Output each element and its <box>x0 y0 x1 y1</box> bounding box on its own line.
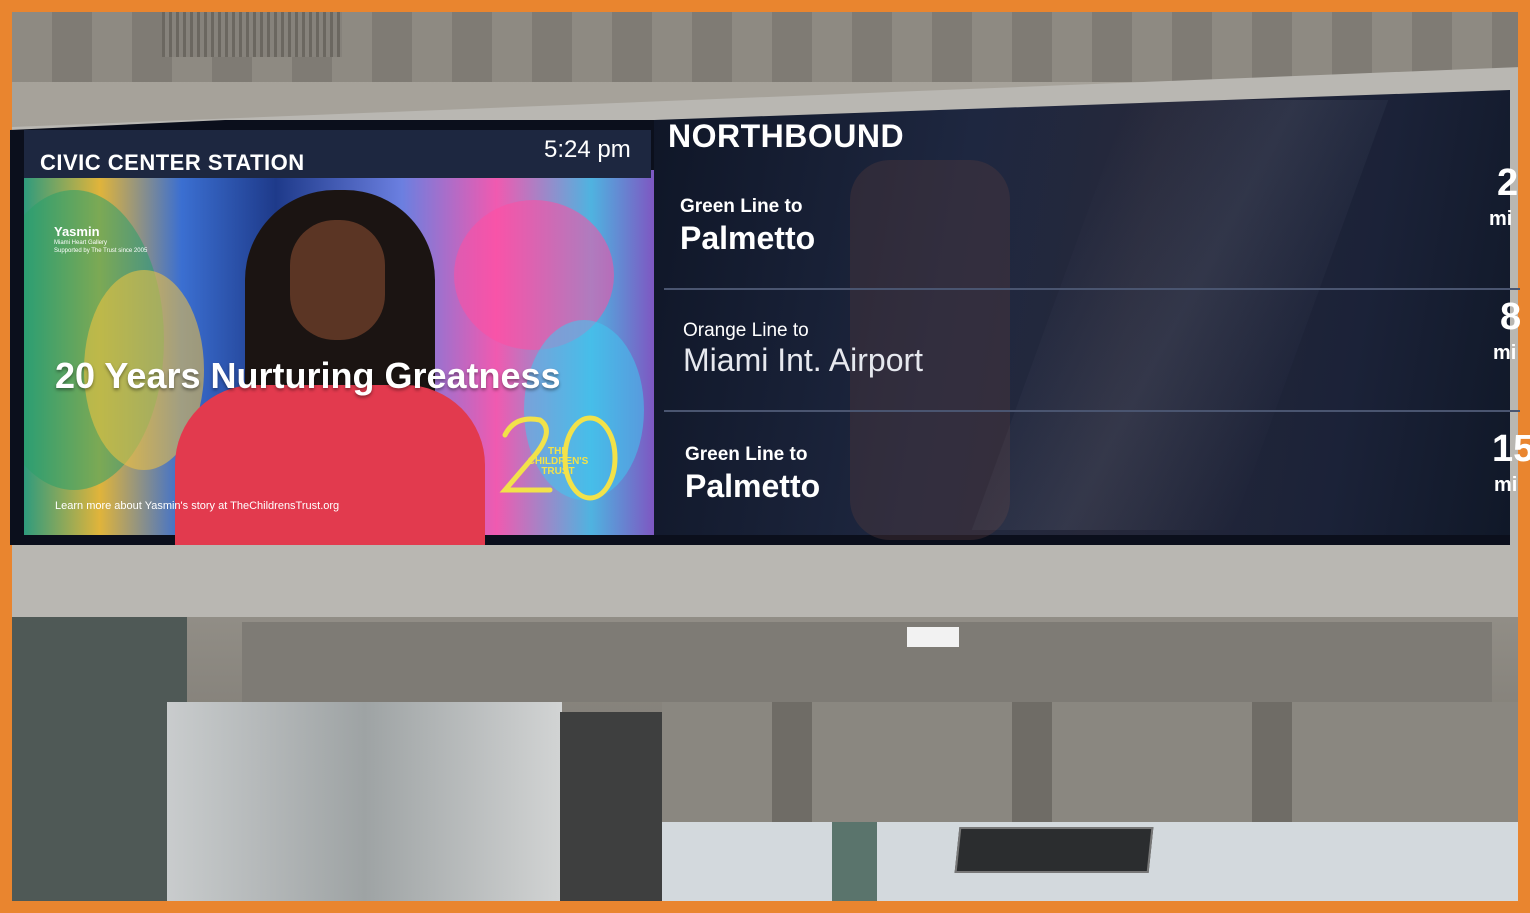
overhead-sign <box>954 827 1154 873</box>
departure-minutes: 15 <box>1492 428 1530 470</box>
departure-destination: Palmetto <box>685 468 821 504</box>
portrait-face <box>290 220 385 340</box>
ceiling-vent <box>162 12 342 57</box>
ad-supported-text: Supported by The Trust since 2005 <box>54 248 148 254</box>
departure-destination: Palmetto <box>680 220 816 256</box>
clock: 5:24 pm <box>544 136 631 163</box>
station-name: CIVIC CENTER STATION <box>40 150 305 175</box>
logo-text: THE CHILDREN'S TRUST <box>527 446 589 477</box>
ceiling-beam <box>1012 702 1052 822</box>
sticker-label <box>907 627 959 647</box>
departure-unit: mi <box>1494 474 1518 496</box>
ad-gallery-text: Miami Heart Gallery <box>54 240 108 246</box>
ceiling-beam <box>1252 702 1292 822</box>
ad-learn-more: Learn more about Yasmin's story at TheCh… <box>55 500 340 512</box>
departure-minutes: 8 <box>1500 296 1522 338</box>
metal-wall <box>167 702 562 901</box>
direction-heading: NORTHBOUND <box>668 118 905 154</box>
portrait-shirt <box>175 385 485 545</box>
row-separator <box>664 288 1520 290</box>
ad-person-name: Yasmin <box>54 224 100 239</box>
departure-unit: mi <box>1493 342 1517 364</box>
departure-line: Green Line to <box>685 444 808 465</box>
ceiling-beam <box>772 702 812 822</box>
ad-headline: 20 Years Nurturing Greatness <box>55 355 561 396</box>
concrete-pillar <box>12 617 187 901</box>
departure-unit: mi <box>1489 208 1513 230</box>
departure-minutes: 2 <box>1497 162 1519 204</box>
wall-panel <box>560 712 670 901</box>
departure-destination: Miami Int. Airport <box>683 342 924 378</box>
green-column <box>832 822 877 901</box>
departure-line: Orange Line to <box>683 320 809 341</box>
departure-line: Green Line to <box>680 196 803 217</box>
row-separator <box>664 410 1520 412</box>
mounting-bracket <box>242 622 1492 702</box>
